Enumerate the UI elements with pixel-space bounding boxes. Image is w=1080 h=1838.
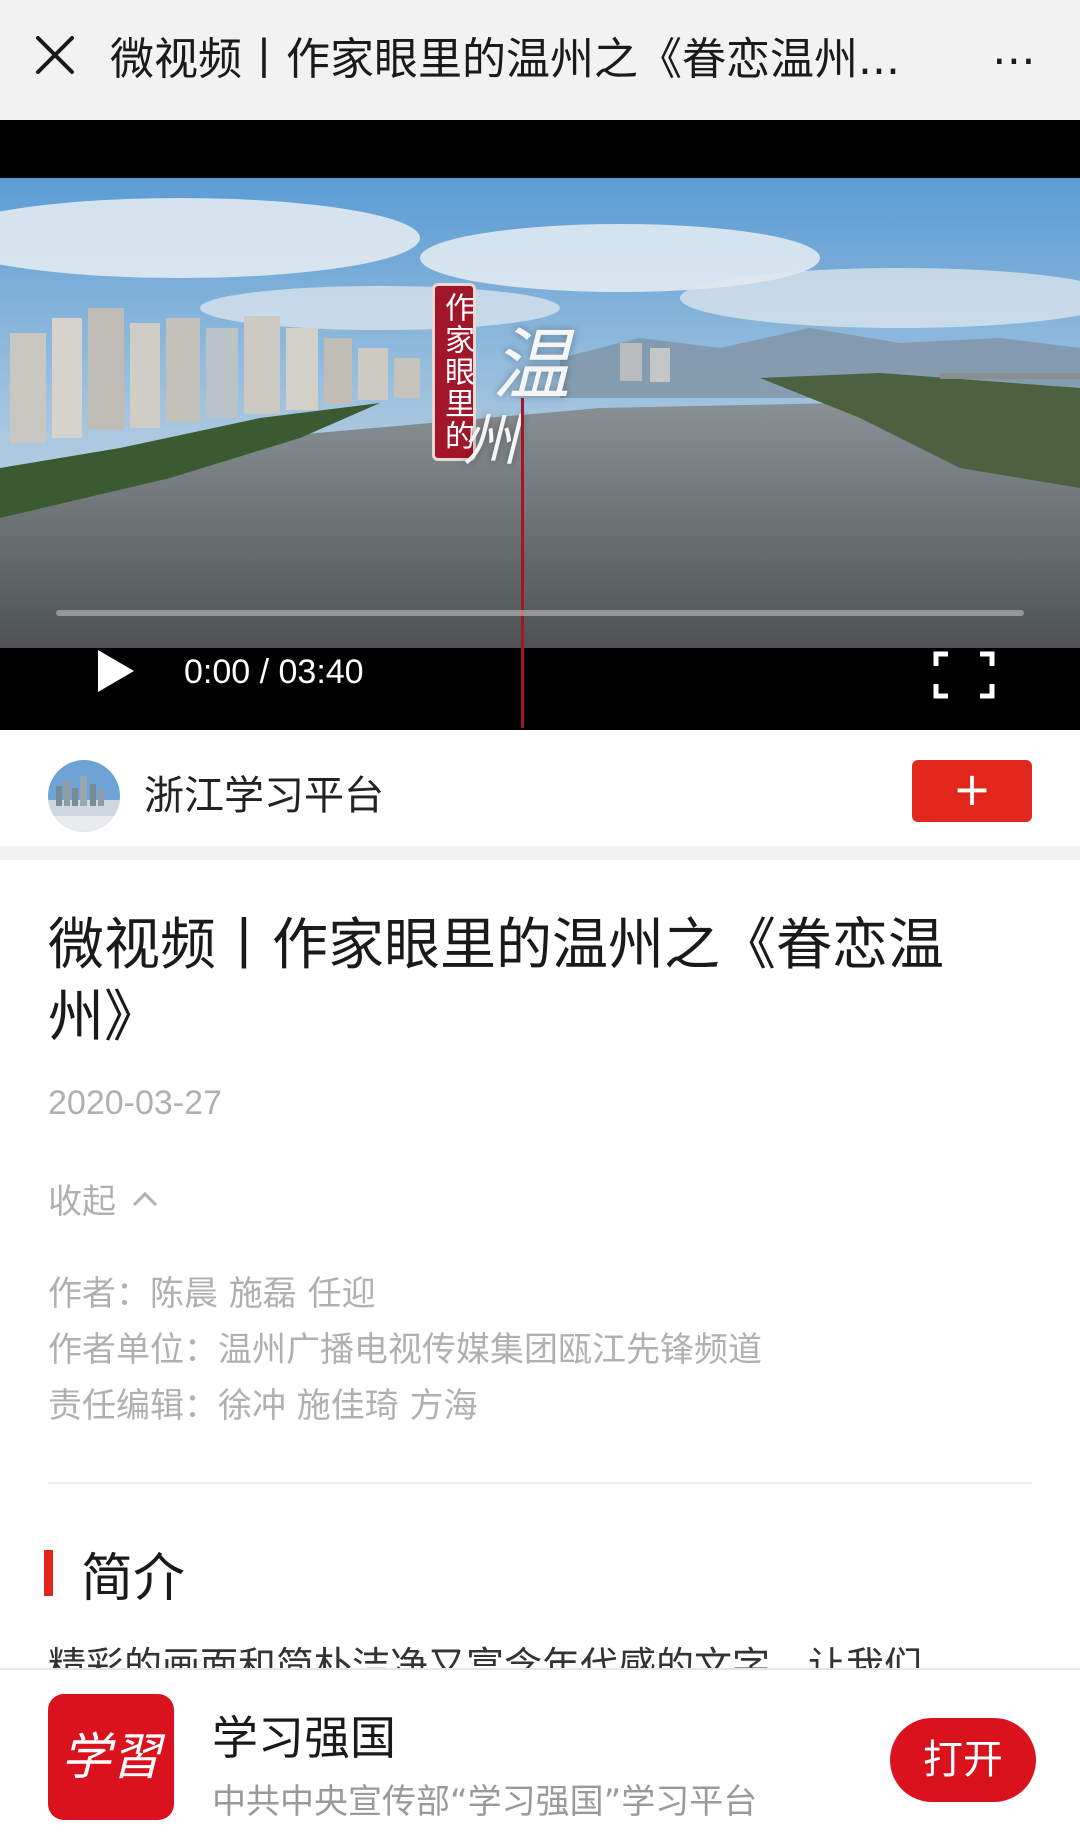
fullscreen-icon[interactable] (932, 650, 996, 700)
article-title: 微视频丨作家眼里的温州之《眷恋温州》 (48, 913, 944, 1050)
more-button[interactable]: ⋯ (980, 34, 1050, 86)
close-button[interactable] (28, 28, 82, 82)
channel-row: 浙江学习平台 + (0, 730, 1080, 860)
chevron-up-icon (132, 1191, 158, 1206)
app-logo: 学習 (48, 1694, 174, 1820)
credits: 作者：陈晨 施磊 任迎 作者单位：温州广播电视传媒集团瓯江先锋频道 责任编辑：徐… (48, 1266, 762, 1434)
play-icon[interactable] (90, 644, 140, 698)
progress-bar[interactable] (56, 610, 1024, 616)
overlay-char-zhou: 州 (462, 409, 518, 474)
video-player[interactable]: 作家眼里的 温 州 0:00 / 03:40 (0, 120, 1080, 730)
section-heading: 简介 (44, 1538, 186, 1609)
open-app-button[interactable]: 打开 (890, 1718, 1036, 1802)
page-title: 微视频丨作家眼里的温州之《眷恋温州... (110, 34, 900, 85)
time-display: 0:00 / 03:40 (184, 653, 364, 691)
overlay-red-line (521, 398, 524, 728)
section-accent-bar (44, 1550, 53, 1596)
video-frame[interactable]: 作家眼里的 温 州 (0, 178, 1080, 648)
credit-organization: 作者单位：温州广播电视传媒集团瓯江先锋频道 (48, 1330, 762, 1370)
follow-button[interactable]: + (912, 760, 1032, 822)
collapse-label: 收起 (48, 1182, 116, 1222)
credit-author: 作者：陈晨 施磊 任迎 (48, 1274, 376, 1314)
more-icon: ⋯ (992, 34, 1038, 86)
app-name: 学习强国 (212, 1711, 396, 1765)
app-download-banner: 学習 学习强国 中共中央宣传部“学习强国”学习平台 打开 (0, 1668, 1080, 1838)
divider (48, 1482, 1032, 1484)
channel-name[interactable]: 浙江学习平台 (144, 768, 384, 824)
avatar[interactable] (48, 760, 120, 832)
navigation-bar: 微视频丨作家眼里的温州之《眷恋温州... ⋯ (0, 0, 1080, 120)
section-title: 简介 (81, 1548, 186, 1609)
collapse-toggle[interactable]: 收起 (48, 1174, 160, 1223)
close-icon (36, 36, 74, 74)
publish-date: 2020-03-27 (48, 1084, 222, 1122)
app-subtitle: 中共中央宣传部“学习强国”学习平台 (212, 1782, 758, 1822)
credit-editor: 责任编辑：徐冲 施佳琦 方海 (48, 1386, 478, 1426)
